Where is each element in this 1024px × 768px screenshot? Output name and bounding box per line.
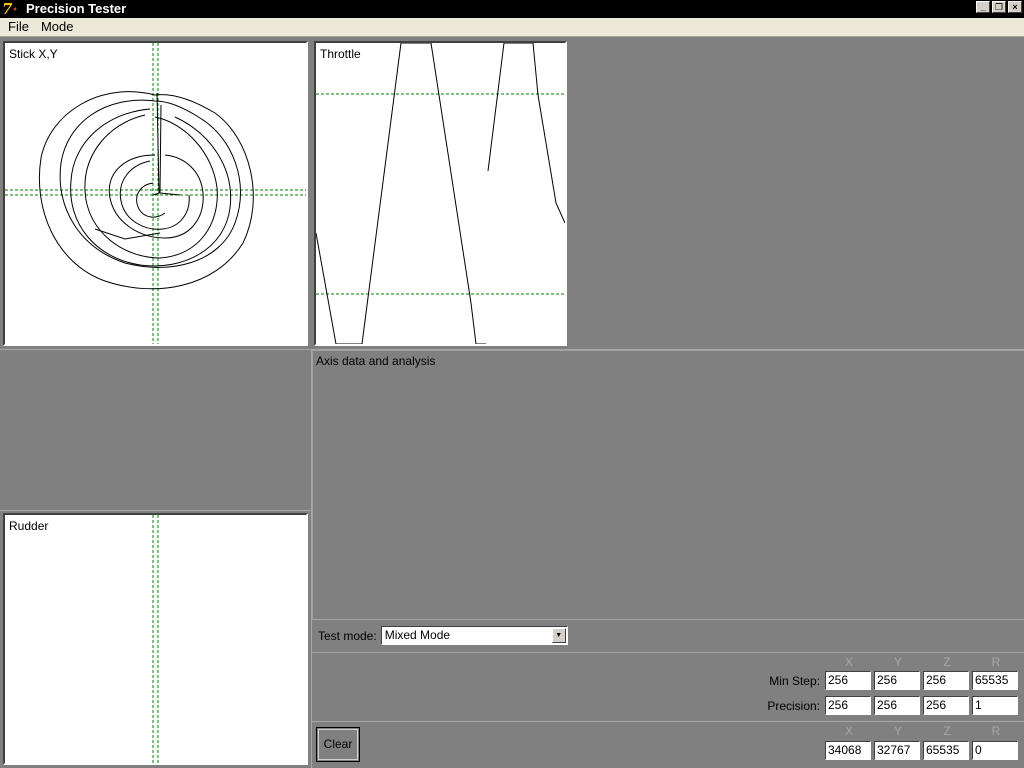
precision-x-field[interactable]: 256 [825, 696, 871, 715]
current-z-field[interactable]: 65535 [923, 741, 969, 760]
rudder-plot [152, 515, 159, 763]
minimize-icon[interactable]: _ [976, 1, 990, 13]
col-head-r: R [991, 724, 1001, 738]
menu-file[interactable]: File [2, 18, 35, 36]
min-step-label: Min Step: [769, 674, 820, 688]
min-step-r-field[interactable]: 65535 [972, 671, 1018, 690]
min-step-z-field[interactable]: 256 [923, 671, 969, 690]
col-head-y: Y [893, 655, 902, 669]
test-mode-row: Test mode: Mixed Mode ▼ [318, 626, 568, 645]
app-7-icon[interactable]: 7• [2, 1, 20, 17]
menu-mode[interactable]: Mode [35, 18, 80, 36]
min-step-y-field[interactable]: 256 [874, 671, 920, 690]
col-head-y: Y [893, 724, 902, 738]
window-title: Precision Tester [26, 1, 127, 16]
menu-bar: File Mode [0, 18, 1024, 37]
divider [312, 652, 1024, 653]
stick-xy-panel: Stick X,Y [3, 41, 308, 346]
precision-r-field[interactable]: 1 [972, 696, 1018, 715]
title-bar: 7• Precision Tester _ ❐ × [0, 0, 1024, 18]
test-mode-select[interactable]: Mixed Mode ▼ [380, 626, 568, 645]
close-icon[interactable]: × [1008, 1, 1022, 13]
min-step-x-field[interactable]: 256 [825, 671, 871, 690]
analysis-label: Axis data and analysis [316, 354, 436, 368]
rudder-label: Rudder [9, 519, 49, 533]
throttle-label: Throttle [320, 47, 361, 61]
precision-y-field[interactable]: 256 [874, 696, 920, 715]
test-mode-value: Mixed Mode [384, 628, 451, 642]
col-head-x: X [844, 655, 853, 669]
rudder-panel: Rudder [3, 513, 308, 765]
throttle-plot [316, 43, 565, 344]
precision-label: Precision: [767, 699, 820, 713]
col-head-r: R [991, 655, 1001, 669]
divider [312, 721, 1024, 722]
col-head-z: Z [943, 655, 951, 669]
stick-xy-label: Stick X,Y [9, 47, 58, 61]
current-r-field[interactable]: 0 [972, 741, 1018, 760]
test-mode-label: Test mode: [318, 628, 377, 643]
col-head-x: X [844, 724, 853, 738]
clear-button[interactable]: Clear [316, 727, 360, 762]
chevron-down-icon[interactable]: ▼ [551, 628, 566, 643]
divider [0, 510, 311, 511]
window-controls: _ ❐ × [976, 1, 1022, 13]
stick-xy-plot [5, 43, 306, 344]
precision-z-field[interactable]: 256 [923, 696, 969, 715]
restore-icon[interactable]: ❐ [992, 1, 1006, 13]
current-x-field[interactable]: 34068 [825, 741, 871, 760]
col-head-z: Z [943, 724, 951, 738]
analysis-area: Axis data and analysis [312, 350, 1024, 620]
throttle-panel: Throttle [314, 41, 567, 346]
current-y-field[interactable]: 32767 [874, 741, 920, 760]
